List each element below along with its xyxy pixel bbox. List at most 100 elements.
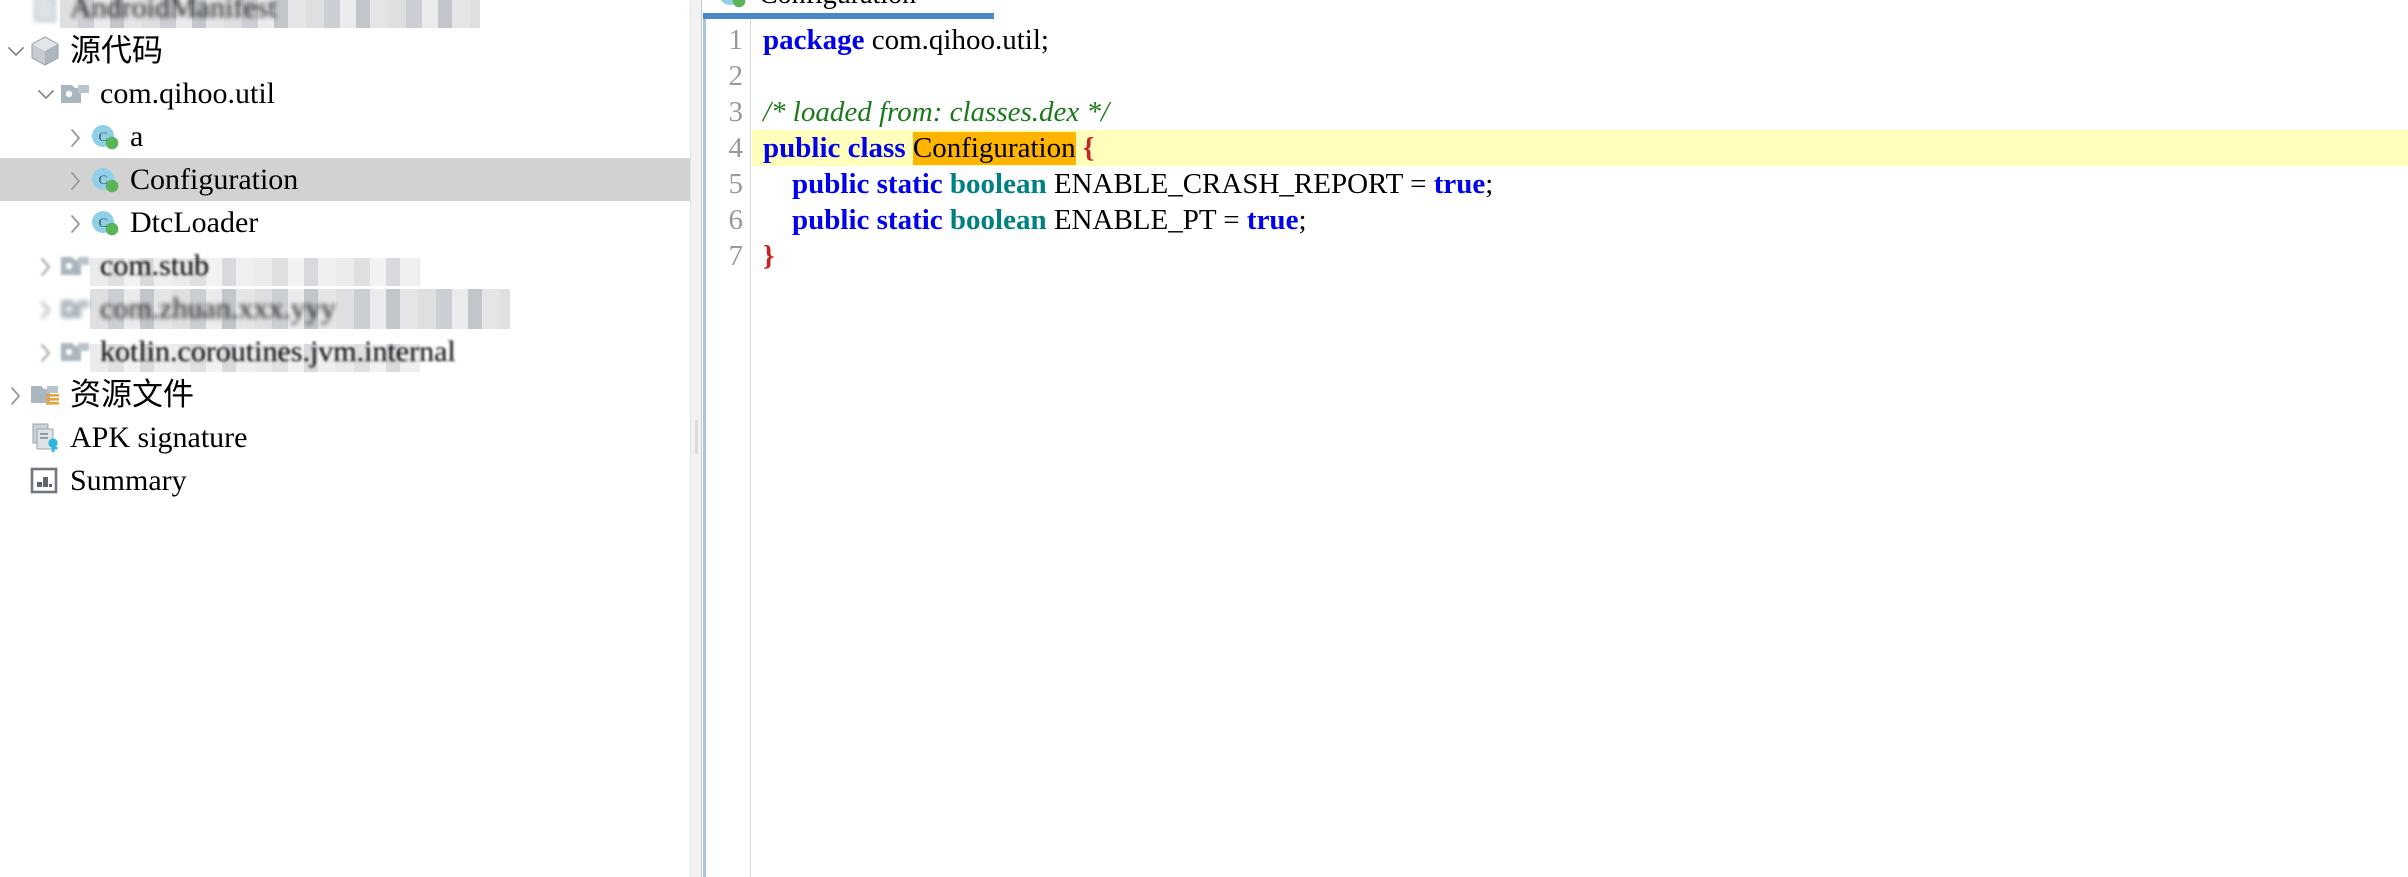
tree-item-label: 资源文件 xyxy=(70,377,194,412)
summary-icon xyxy=(28,464,62,498)
xml-file-icon xyxy=(28,0,62,25)
java-class-icon: C xyxy=(88,206,122,240)
code-token: { xyxy=(1082,131,1095,164)
code-line-text: public static boolean ENABLE_CRASH_REPOR… xyxy=(763,166,1493,202)
code-token: public class xyxy=(763,131,906,164)
package-folder-icon xyxy=(58,249,92,283)
line-number: 3 xyxy=(728,95,744,128)
tree-item-class-a[interactable]: Ca xyxy=(0,115,690,158)
tree-item-label: Summary xyxy=(70,463,187,497)
search-match-highlight: Configuration xyxy=(912,131,1076,165)
source-box-icon xyxy=(28,34,62,68)
tree-item-com-stub[interactable]: com.stub xyxy=(0,244,690,287)
chevron-down-icon[interactable] xyxy=(32,72,58,115)
code-token: ; xyxy=(1485,167,1494,200)
tree-item-label: Configuration xyxy=(130,162,299,196)
code-token: com.qihoo.util; xyxy=(871,23,1049,56)
tree-item-redacted-package[interactable]: com.zhuan.xxx.yyy xyxy=(0,287,690,330)
code-line-text: /* loaded from: classes.dex */ xyxy=(763,94,1109,130)
code-token: package xyxy=(763,23,865,56)
code-line[interactable]: 1 package com.qihoo.util; xyxy=(703,22,2408,58)
tree-item-summary[interactable]: Summary xyxy=(0,459,690,502)
tree-item-com-qihoo-util[interactable]: com.qihoo.util xyxy=(0,72,690,115)
splitter-grip[interactable] xyxy=(695,420,698,454)
chevron-right-icon[interactable] xyxy=(2,373,28,416)
code-token: ENABLE_CRASH_REPORT xyxy=(1046,167,1411,200)
code-line[interactable]: 7} xyxy=(703,238,2408,274)
code-token: = xyxy=(1223,203,1240,236)
code-token: public static xyxy=(792,167,943,200)
chevron-right-icon[interactable] xyxy=(32,330,58,373)
tree-item-label: APK signature xyxy=(70,420,248,454)
tree-item-apk-signature[interactable]: APK signature xyxy=(0,416,690,459)
package-folder-icon xyxy=(58,77,92,111)
package-folder-icon xyxy=(58,292,92,326)
tree-item-class-dtcloader[interactable]: C DtcLoader xyxy=(0,201,690,244)
chevron-right-icon[interactable] xyxy=(62,201,88,244)
chevron-down-icon[interactable] xyxy=(2,29,28,72)
tree-item-resource-files[interactable]: 资源文件 xyxy=(0,373,690,416)
package-folder-icon xyxy=(58,335,92,369)
tree-item-label: com.zhuan.xxx.yyy xyxy=(100,291,336,325)
tree-item-label: com.qihoo.util xyxy=(100,76,275,110)
tree-item-label: com.stub xyxy=(100,248,210,282)
code-line-text: } xyxy=(763,238,774,274)
resource-folder-icon xyxy=(28,378,62,412)
code-token: = xyxy=(1410,167,1427,200)
line-number: 5 xyxy=(728,167,744,200)
line-number: 7 xyxy=(728,239,744,272)
editor-tab-label: Configuration xyxy=(759,0,916,11)
pane-splitter[interactable] xyxy=(690,0,702,877)
code-line[interactable]: 5 public static boolean ENABLE_CRASH_REP… xyxy=(703,166,2408,202)
code-token: true xyxy=(1246,203,1299,236)
tree-item-class-configuration[interactable]: C Configuration xyxy=(0,158,690,201)
code-token: ; xyxy=(1298,203,1307,236)
code-line-text: public class Configuration { xyxy=(763,130,1094,166)
code-line-text: package com.qihoo.util; xyxy=(763,22,1049,58)
apk-decompiler-window: AndroidManifest 源代码 com.qihoo.util Ca C Confi… xyxy=(0,0,2408,877)
java-class-icon: C xyxy=(88,163,122,197)
code-token: boolean xyxy=(949,167,1047,200)
code-token: public static xyxy=(792,203,943,236)
line-number: 2 xyxy=(728,59,744,92)
code-editor-pane[interactable]: C Configuration 1 package com.qihoo.util;… xyxy=(703,0,2408,877)
code-line[interactable]: 4 public class Configuration { xyxy=(703,130,2408,166)
code-token: } xyxy=(763,239,775,272)
code-line-text: public static boolean ENABLE_PT = true; xyxy=(763,202,1307,238)
line-number: 4 xyxy=(728,131,744,164)
project-tree-pane[interactable]: AndroidManifest 源代码 com.qihoo.util Ca C Confi… xyxy=(0,0,690,877)
tree-item-label: a xyxy=(130,119,144,153)
code-token: boolean xyxy=(949,203,1047,236)
chevron-right-icon[interactable] xyxy=(62,115,88,158)
tree-item-androidmanifest[interactable]: AndroidManifest xyxy=(0,0,690,29)
chevron-right-icon[interactable] xyxy=(62,158,88,201)
chevron-right-icon[interactable] xyxy=(32,244,58,287)
code-token: /* loaded from: classes.dex */ xyxy=(763,95,1110,128)
chevron-right-icon[interactable] xyxy=(32,287,58,330)
line-number: 1 xyxy=(728,23,744,56)
code-token: ENABLE_PT xyxy=(1046,203,1224,236)
tree-item-label: DtcLoader xyxy=(130,205,259,239)
tree-item-label: kotlin.coroutines.jvm.internal xyxy=(100,334,456,368)
tree-item-label: AndroidManifest xyxy=(70,0,277,24)
line-number: 6 xyxy=(728,203,744,236)
tree-item-kotlin-coroutines-jvm-internal[interactable]: kotlin.coroutines.jvm.internal xyxy=(0,330,690,373)
code-line[interactable]: 6 public static boolean ENABLE_PT = true… xyxy=(703,202,2408,238)
java-class-icon: C xyxy=(715,0,749,12)
java-class-icon: C xyxy=(88,120,122,154)
tree-item-label: 源代码 xyxy=(70,33,163,68)
code-token: true xyxy=(1433,167,1486,200)
code-line[interactable]: 3 /* loaded from: classes.dex */ xyxy=(703,94,2408,130)
code-line[interactable]: 2 xyxy=(703,58,2408,94)
tree-item-source-code[interactable]: 源代码 xyxy=(0,29,690,72)
apk-signature-icon xyxy=(28,421,62,455)
